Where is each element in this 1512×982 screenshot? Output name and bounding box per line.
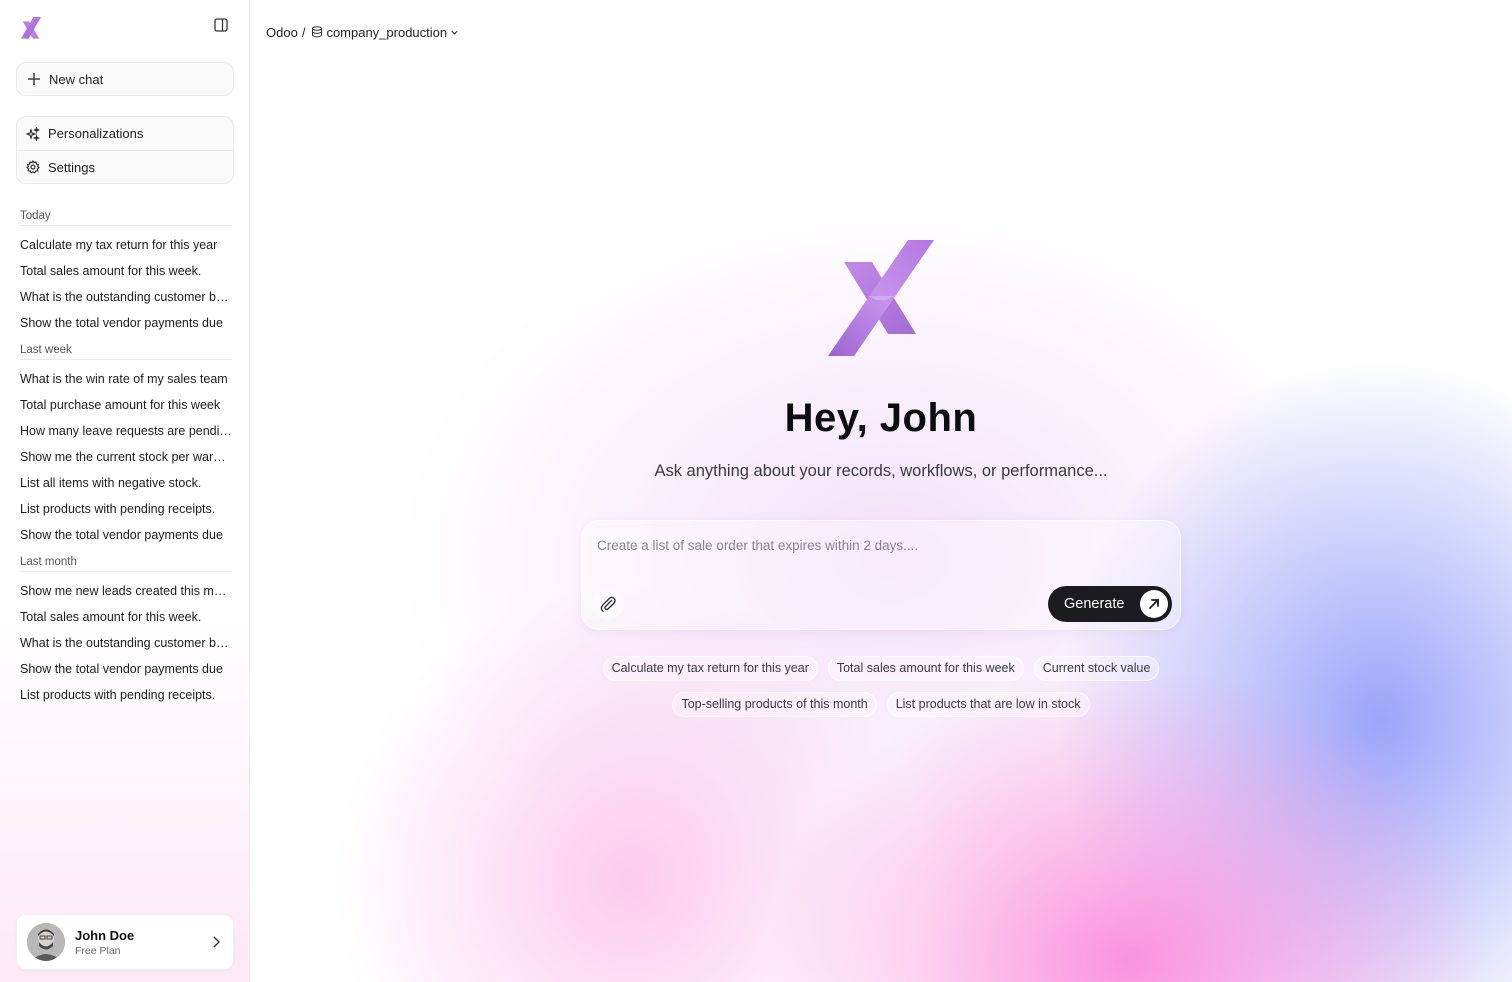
history-item[interactable]: What is the outstanding customer balance [20,284,232,310]
sidebar-menu: Personalizations Settings [16,116,234,184]
history-item[interactable]: Calculate my tax return for this year [20,232,232,258]
personalizations-label: Personalizations [48,126,144,141]
history-item[interactable]: Show the total vendor payments due [20,522,232,548]
history-section-last-month: Last month Show me new leads created thi… [20,552,232,708]
greeting-subtitle: Ask anything about your records, workflo… [654,462,1108,480]
suggestion-chip[interactable]: Top-selling products of this month [672,692,877,717]
sidebar-item-personalizations[interactable]: Personalizations [17,117,233,150]
user-name: John Doe [75,927,135,943]
attach-button[interactable] [592,588,624,620]
chevron-right-icon [213,936,220,948]
prompt-box: Generate [581,520,1181,630]
chevron-down-icon[interactable] [450,28,459,37]
suggestion-chip[interactable]: Calculate my tax return for this year [602,656,818,681]
suggestion-chip[interactable]: List products that are low in stock [886,692,1090,717]
main-content: Odoo / company_production Hey, John Ask … [250,0,1512,982]
suggestion-chip[interactable]: Current stock value [1033,656,1160,681]
arrow-up-right-icon [1140,590,1168,618]
brand-logo-icon [828,240,934,358]
history-item[interactable]: Show the total vendor payments due [20,656,232,682]
paperclip-icon [600,596,616,612]
chip-row: Calculate my tax return for this year To… [250,656,1512,681]
sparkles-icon [26,126,40,141]
history-item[interactable]: Show me the current stock per warehouse [20,444,232,470]
history-item[interactable]: Total purchase amount for this week [20,392,232,418]
database-selector[interactable]: company_production [326,25,447,40]
history-item[interactable]: List products with pending receipts. [20,682,232,708]
new-chat-button[interactable]: New chat [16,62,234,96]
sidebar-item-settings[interactable]: Settings [17,150,233,183]
new-chat-label: New chat [49,71,104,87]
history-item[interactable]: Total sales amount for this week. [20,604,232,630]
greeting-heading: Hey, John [784,396,978,440]
suggestion-chips: Calculate my tax return for this year To… [250,656,1512,728]
suggestion-chip[interactable]: Total sales amount for this week [827,656,1024,681]
gear-icon [26,160,40,174]
generate-button[interactable]: Generate [1048,586,1172,622]
prompt-input[interactable] [597,533,1157,557]
history-item[interactable]: Show me new leads created this month [20,578,232,604]
history-item[interactable]: Total sales amount for this week. [20,258,232,284]
section-title: Last week [20,340,232,360]
section-title: Today [20,206,232,226]
sidebar-toggle-icon[interactable] [214,18,230,34]
history-item[interactable]: List products with pending receipts. [20,496,232,522]
user-plan: Free Plan [75,944,121,957]
breadcrumb-separator: / [301,24,306,40]
history-section-last-week: Last week What is the win rate of my sal… [20,340,232,548]
user-profile-card[interactable]: John Doe Free Plan [16,914,234,970]
generate-label: Generate [1064,596,1125,612]
chip-row: Top-selling products of this month List … [250,692,1512,717]
sidebar: New chat Personalizations Settings Today… [0,0,250,982]
sidebar-header [16,12,234,44]
database-icon [312,26,323,38]
history-section-today: Today Calculate my tax return for this y… [20,206,232,336]
history-item[interactable]: List all items with negative stock. [20,470,232,496]
breadcrumb-root[interactable]: Odoo [266,25,298,40]
history-item[interactable]: Show the total vendor payments due [20,310,232,336]
chat-history: Today Calculate my tax return for this y… [20,206,232,712]
plus-icon [28,73,40,85]
breadcrumb: Odoo / company_production [266,22,459,42]
avatar [27,923,65,961]
history-item[interactable]: How many leave requests are pending [20,418,232,444]
user-info: John Doe Free Plan [75,928,134,957]
section-title: Last month [20,552,232,572]
history-item[interactable]: What is the win rate of my sales team [20,366,232,392]
history-item[interactable]: What is the outstanding customer balance [20,630,232,656]
app-logo-icon[interactable] [16,14,46,42]
settings-label: Settings [48,159,95,175]
